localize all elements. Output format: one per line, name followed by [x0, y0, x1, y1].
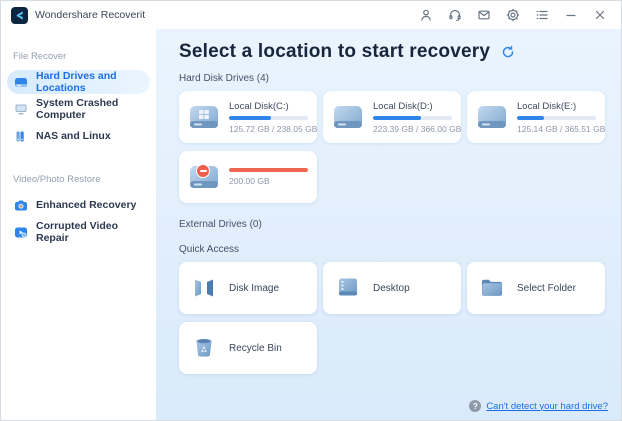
sidebar-item-enhanced-recovery[interactable]: Enhanced Recovery [7, 193, 150, 217]
drive-card-local-disk-e[interactable]: Local Disk(E:) 125.14 GB / 365.51 GB [467, 91, 605, 143]
quick-access-select-folder[interactable]: Select Folder [467, 262, 605, 314]
title-bar: Wondershare Recoverit [1, 1, 621, 29]
main-content: Select a location to start recovery Hard… [156, 29, 621, 420]
recoverit-logo-icon [11, 6, 28, 24]
desktop-icon [333, 273, 363, 303]
feedback-mail-icon[interactable] [473, 5, 495, 25]
quick-access-label: Desktop [373, 282, 410, 294]
app-window: Wondershare Recoverit File Recover Hard … [0, 0, 622, 421]
recycle-bin-icon [189, 333, 219, 363]
hard-drive-icon [14, 75, 28, 89]
section-label-hard-disk-drives: Hard Disk Drives (4) [179, 73, 270, 84]
quick-access-label: Disk Image [229, 282, 280, 294]
account-icon[interactable] [415, 5, 437, 25]
quick-access-grid: Disk Image Desktop Select Folder Recycle… [179, 262, 613, 374]
quick-access-disk-image[interactable]: Disk Image [179, 262, 317, 314]
quick-access-label: Recycle Bin [229, 342, 282, 354]
video-repair-icon [14, 225, 28, 239]
quick-access-recycle-bin[interactable]: Recycle Bin [179, 322, 317, 374]
sidebar-item-hard-drives-and-locations[interactable]: Hard Drives and Locations [7, 70, 150, 94]
sidebar-section-file-recover: File Recover [13, 51, 67, 62]
drive-card-local-disk-c[interactable]: Local Disk(C:) 125.72 GB / 238.05 GB [179, 91, 317, 143]
minimize-icon[interactable] [560, 5, 582, 25]
drive-usage-text: 223.39 GB / 366.00 GB [373, 123, 462, 134]
close-icon[interactable] [589, 5, 611, 25]
drive-usage-text: 200.00 GB [229, 176, 270, 186]
sidebar-item-corrupted-video-repair[interactable]: Corrupted Video Repair [7, 220, 150, 244]
quick-access-desktop[interactable]: Desktop [323, 262, 461, 314]
quick-access-label: Select Folder [517, 282, 576, 294]
sidebar-item-label: System Crashed Computer [36, 97, 119, 121]
hard-drive-icon [188, 163, 220, 191]
crashed-computer-icon [14, 102, 28, 116]
disk-image-icon [189, 273, 219, 303]
titlebar-actions [415, 5, 611, 25]
nas-server-icon [14, 129, 28, 143]
folder-icon [477, 273, 507, 303]
page-title: Select a location to start recovery [179, 41, 491, 62]
drive-usage-text: 125.72 GB / 238.05 GB [229, 123, 318, 134]
menu-list-icon[interactable] [531, 5, 553, 25]
sidebar: File Recover Hard Drives and Locations S… [1, 29, 156, 420]
sidebar-item-label: Corrupted Video Repair [36, 220, 119, 244]
hard-drive-icon [476, 103, 508, 131]
app-title: Wondershare Recoverit [35, 9, 146, 21]
drive-name: Local Disk(D:) [373, 100, 433, 112]
hard-drive-icon [188, 103, 220, 131]
sidebar-item-label: Enhanced Recovery [36, 199, 137, 211]
settings-icon[interactable] [502, 5, 524, 25]
drive-usage-bar [517, 115, 596, 120]
blocked-badge-icon [196, 164, 210, 178]
hard-disk-drive-grid: Local Disk(C:) 125.72 GB / 238.05 GB Loc… [179, 91, 613, 203]
refresh-icon[interactable] [500, 44, 516, 60]
sidebar-item-label: NAS and Linux [36, 130, 111, 142]
section-label-quick-access: Quick Access [179, 244, 240, 255]
cant-detect-hard-drive-link[interactable]: Can't detect your hard drive? [486, 401, 608, 412]
question-icon: ? [469, 400, 482, 412]
drive-usage-bar [229, 168, 308, 172]
camera-icon [14, 198, 28, 212]
sidebar-item-system-crashed-computer[interactable]: System Crashed Computer [7, 97, 150, 121]
drive-name: Local Disk(C:) [229, 100, 289, 112]
section-label-external-drives: External Drives (0) [179, 219, 262, 230]
support-headset-icon[interactable] [444, 5, 466, 25]
drive-name: Local Disk(E:) [517, 100, 577, 112]
drive-usage-bar [373, 115, 452, 120]
drive-usage-text: 125.14 GB / 365.51 GB [517, 123, 606, 134]
sidebar-section-video-photo-restore: Video/Photo Restore [13, 174, 101, 185]
drive-card-unnamed-200gb[interactable]: 200.00 GB [179, 151, 317, 203]
sidebar-item-nas-and-linux[interactable]: NAS and Linux [7, 124, 150, 148]
hard-drive-help: ? Can't detect your hard drive? [469, 400, 608, 412]
drive-usage-bar [229, 115, 308, 120]
drive-card-local-disk-d[interactable]: Local Disk(D:) 223.39 GB / 366.00 GB [323, 91, 461, 143]
sidebar-item-label: Hard Drives and Locations [36, 70, 117, 94]
hard-drive-icon [332, 103, 364, 131]
